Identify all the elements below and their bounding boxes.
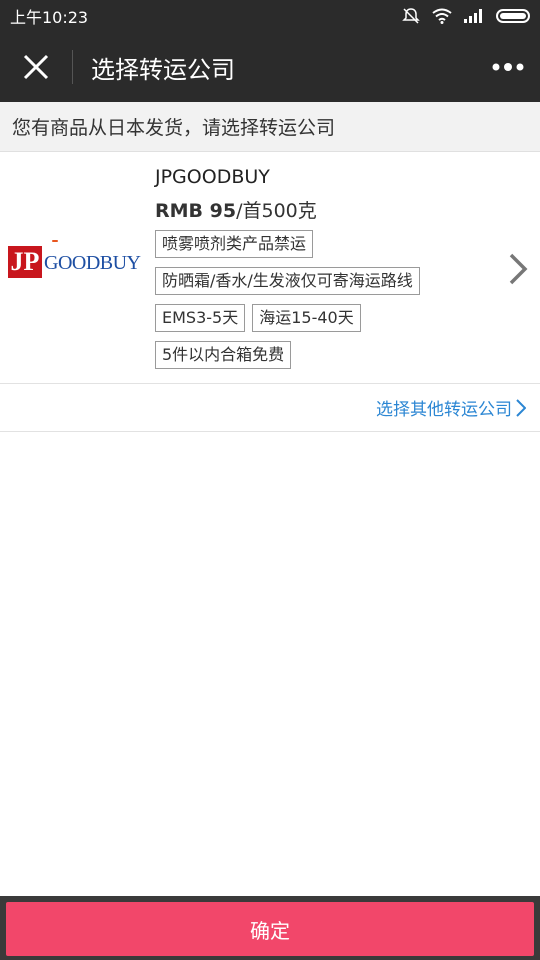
choose-other-company-link[interactable]: 选择其他转运公司 (376, 395, 526, 420)
mute-icon (402, 8, 420, 24)
service-tag: 5件以内合箱免费 (155, 341, 292, 369)
battery-icon (496, 9, 530, 23)
confirm-button[interactable]: 确定 (6, 902, 534, 956)
chevron-right-icon (509, 253, 528, 285)
price-amount: RMB 95 (155, 200, 237, 222)
service-tag: EMS3-5天 (155, 304, 246, 332)
forwarding-company-card[interactable]: JP GOODBUY JPGOODBUY RMB 95/首500克 喷雾喷剂类产… (0, 152, 540, 384)
status-bar: 上午10:23 (0, 0, 540, 32)
service-tag: 防晒霜/香水/生发液仅可寄海运路线 (155, 267, 420, 295)
nav-divider (72, 50, 73, 84)
other-company-label: 选择其他转运公司 (376, 400, 512, 420)
chevron-right-icon (516, 398, 526, 417)
status-icons (402, 7, 530, 25)
nav-bar: 选择转运公司 (0, 32, 540, 102)
service-tag: 喷雾喷剂类产品禁运 (155, 230, 314, 258)
service-tag: 海运15-40天 (252, 304, 361, 332)
price-unit: /首500克 (236, 200, 317, 222)
page-title: 选择转运公司 (91, 55, 235, 84)
logo-jp-mark: JP (8, 246, 42, 278)
close-button[interactable] (0, 32, 72, 102)
signal-icon (464, 9, 482, 23)
shipping-notice: 您有商品从日本发货，请选择转运公司 (0, 102, 540, 152)
tag-row: EMS3-5天 海运15-40天 (155, 304, 495, 332)
wifi-icon (432, 8, 452, 24)
company-name: JPGOODBUY (155, 166, 270, 188)
notice-text: 您有商品从日本发货，请选择转运公司 (12, 117, 336, 139)
confirm-bar: 确定 (0, 896, 540, 960)
tag-row: 喷雾喷剂类产品禁运 (155, 230, 495, 258)
status-time: 上午10:23 (10, 8, 89, 27)
service-tags: 喷雾喷剂类产品禁运 防晒霜/香水/生发液仅可寄海运路线 EMS3-5天 海运15… (155, 230, 495, 378)
logo-badge (52, 240, 58, 242)
more-dots-icon (492, 63, 524, 71)
company-price: RMB 95/首500克 (155, 196, 317, 223)
other-company-row: 选择其他转运公司 (0, 384, 540, 432)
close-icon (23, 54, 49, 80)
logo-goodbuy-text: GOODBUY (44, 252, 141, 274)
tag-row: 防晒霜/香水/生发液仅可寄海运路线 (155, 267, 495, 295)
company-logo: JP GOODBUY (8, 240, 143, 296)
more-button[interactable] (476, 32, 540, 102)
tag-row: 5件以内合箱免费 (155, 341, 495, 369)
